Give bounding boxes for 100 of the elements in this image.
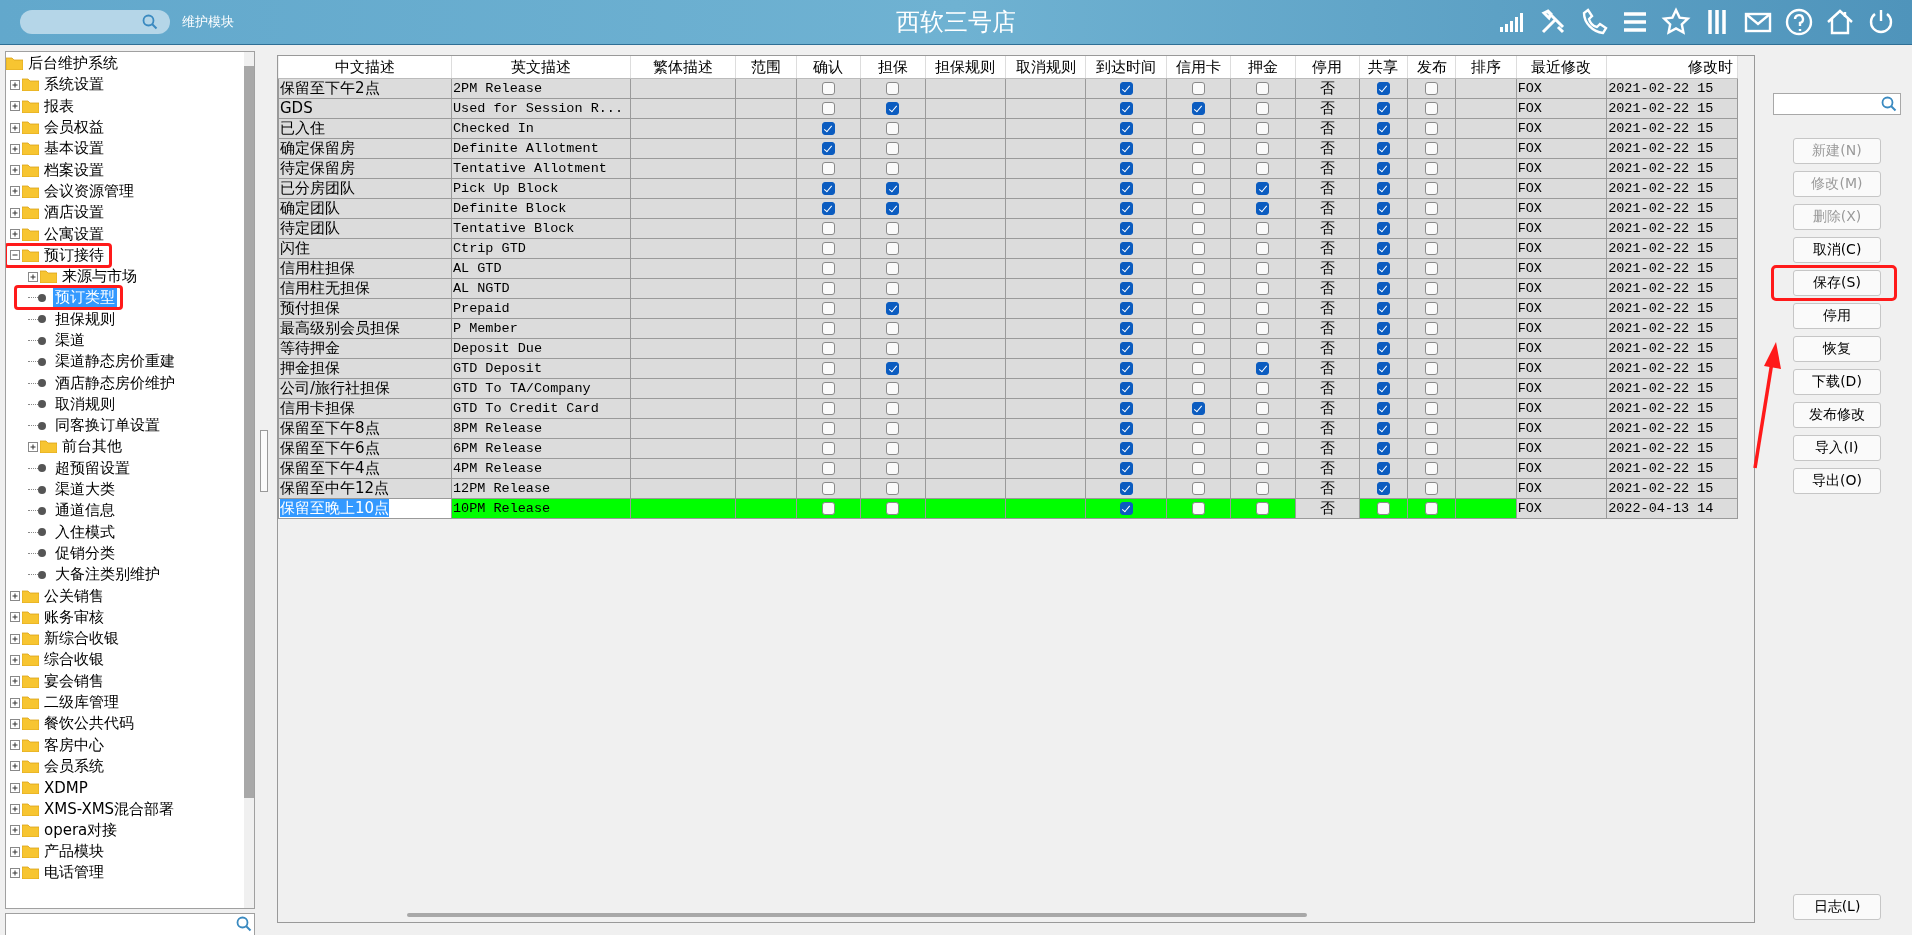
checkbox[interactable] [1425,202,1439,215]
table-cell[interactable]: 闪住 [278,238,452,259]
expand-icon[interactable] [10,122,20,133]
column-header[interactable]: 范围 [736,56,797,79]
tree-item[interactable]: 档案设置 [42,160,106,180]
checkbox[interactable] [886,82,900,95]
checkbox[interactable] [822,462,835,475]
tree-item[interactable]: XMS-XMS混合部署 [42,799,177,819]
tree-item[interactable]: 会员系统 [42,756,106,776]
checkbox[interactable] [1376,362,1390,375]
tree-item[interactable]: 客房中心 [42,735,106,755]
checkbox[interactable] [1425,242,1439,255]
checkbox[interactable] [1376,502,1390,515]
checkbox[interactable] [1256,142,1270,155]
table-cell[interactable]: 信用卡担保 [278,398,452,419]
checkbox[interactable] [1119,102,1133,115]
checkbox[interactable] [886,122,900,135]
checkbox[interactable] [1256,402,1270,415]
checkbox[interactable] [886,242,900,255]
checkbox[interactable] [886,422,900,435]
tree-item[interactable]: 渠道 [53,331,87,350]
column-header[interactable]: 繁体描述 [630,56,736,79]
table-cell[interactable]: 确定保留房 [278,138,452,159]
checkbox[interactable] [1376,462,1390,475]
checkbox[interactable] [886,382,900,395]
action-button[interactable]: 停用 [1793,303,1881,329]
checkbox[interactable] [1192,102,1205,115]
checkbox[interactable] [822,302,835,315]
checkbox[interactable] [886,162,900,175]
checkbox[interactable] [1376,222,1390,235]
expand-icon[interactable] [10,676,20,687]
checkbox[interactable] [886,302,900,315]
expand-icon[interactable] [10,591,20,602]
checkbox[interactable] [1376,142,1390,155]
checkbox[interactable] [822,442,835,455]
column-header[interactable]: 担保规则 [925,56,1006,79]
checkbox[interactable] [1376,342,1390,355]
table-cell[interactable]: 保留至下午2点 [278,78,452,99]
checkbox[interactable] [886,482,900,495]
column-header[interactable]: 担保 [860,56,925,79]
checkbox[interactable] [1192,162,1205,175]
tree-item[interactable]: 系统设置 [42,75,106,95]
checkbox[interactable] [1376,182,1390,195]
checkbox[interactable] [1256,162,1270,175]
checkbox[interactable] [1119,502,1133,515]
checkbox[interactable] [1425,162,1439,175]
action-button[interactable]: 导入(I) [1793,435,1881,461]
expand-icon[interactable] [28,271,38,282]
search-icon[interactable] [1881,96,1897,112]
checkbox[interactable] [1256,482,1270,495]
checkbox[interactable] [1192,502,1205,515]
checkbox[interactable] [1425,482,1439,495]
checkbox[interactable] [1425,182,1439,195]
checkbox[interactable] [1376,402,1390,415]
checkbox[interactable] [1376,282,1390,295]
checkbox[interactable] [1192,322,1205,335]
checkbox[interactable] [1376,122,1390,135]
checkbox[interactable] [822,342,835,355]
checkbox[interactable] [1119,262,1133,275]
tree-item[interactable]: 综合收银 [42,650,106,670]
checkbox[interactable] [1119,362,1133,375]
expand-icon[interactable] [10,867,20,878]
tree-item[interactable]: 报表 [42,96,76,116]
checkbox[interactable] [1425,382,1439,395]
checkbox[interactable] [1192,282,1205,295]
tree-item[interactable]: 宴会销售 [42,671,106,691]
checkbox[interactable] [1256,102,1270,115]
checkbox[interactable] [1256,282,1270,295]
search-icon[interactable] [236,916,252,933]
checkbox[interactable] [1256,82,1270,95]
tree-item[interactable]: 超预留设置 [53,458,132,478]
checkbox[interactable] [1192,362,1205,375]
expand-icon[interactable] [10,782,20,793]
tree-item[interactable]: 新综合收银 [42,629,121,649]
table-cell[interactable]: 信用柱担保 [278,258,452,279]
checkbox[interactable] [1119,242,1133,255]
checkbox[interactable] [886,222,900,235]
checkbox[interactable] [886,462,900,475]
column-header[interactable]: 修改时 [1606,56,1738,79]
checkbox[interactable] [1376,202,1390,215]
checkbox[interactable] [1425,262,1439,275]
scrollbar-thumb[interactable] [244,66,254,798]
checkbox[interactable] [1192,242,1205,255]
checkbox[interactable] [1376,262,1390,275]
checkbox[interactable] [1119,422,1133,435]
checkbox[interactable] [1256,322,1270,335]
checkbox[interactable] [886,182,900,195]
expand-icon[interactable] [10,186,20,197]
checkbox[interactable] [1425,342,1439,355]
tree-item[interactable]: 来源与市场 [60,267,139,287]
checkbox[interactable] [822,482,835,495]
checkbox[interactable] [1256,262,1270,275]
checkbox[interactable] [886,262,900,275]
checkbox[interactable] [1256,462,1270,475]
checkbox[interactable] [1425,122,1439,135]
search-field[interactable] [20,10,170,34]
checkbox[interactable] [886,142,900,155]
column-header[interactable]: 信用卡 [1166,56,1231,79]
checkbox[interactable] [1192,382,1205,395]
checkbox[interactable] [1192,342,1205,355]
